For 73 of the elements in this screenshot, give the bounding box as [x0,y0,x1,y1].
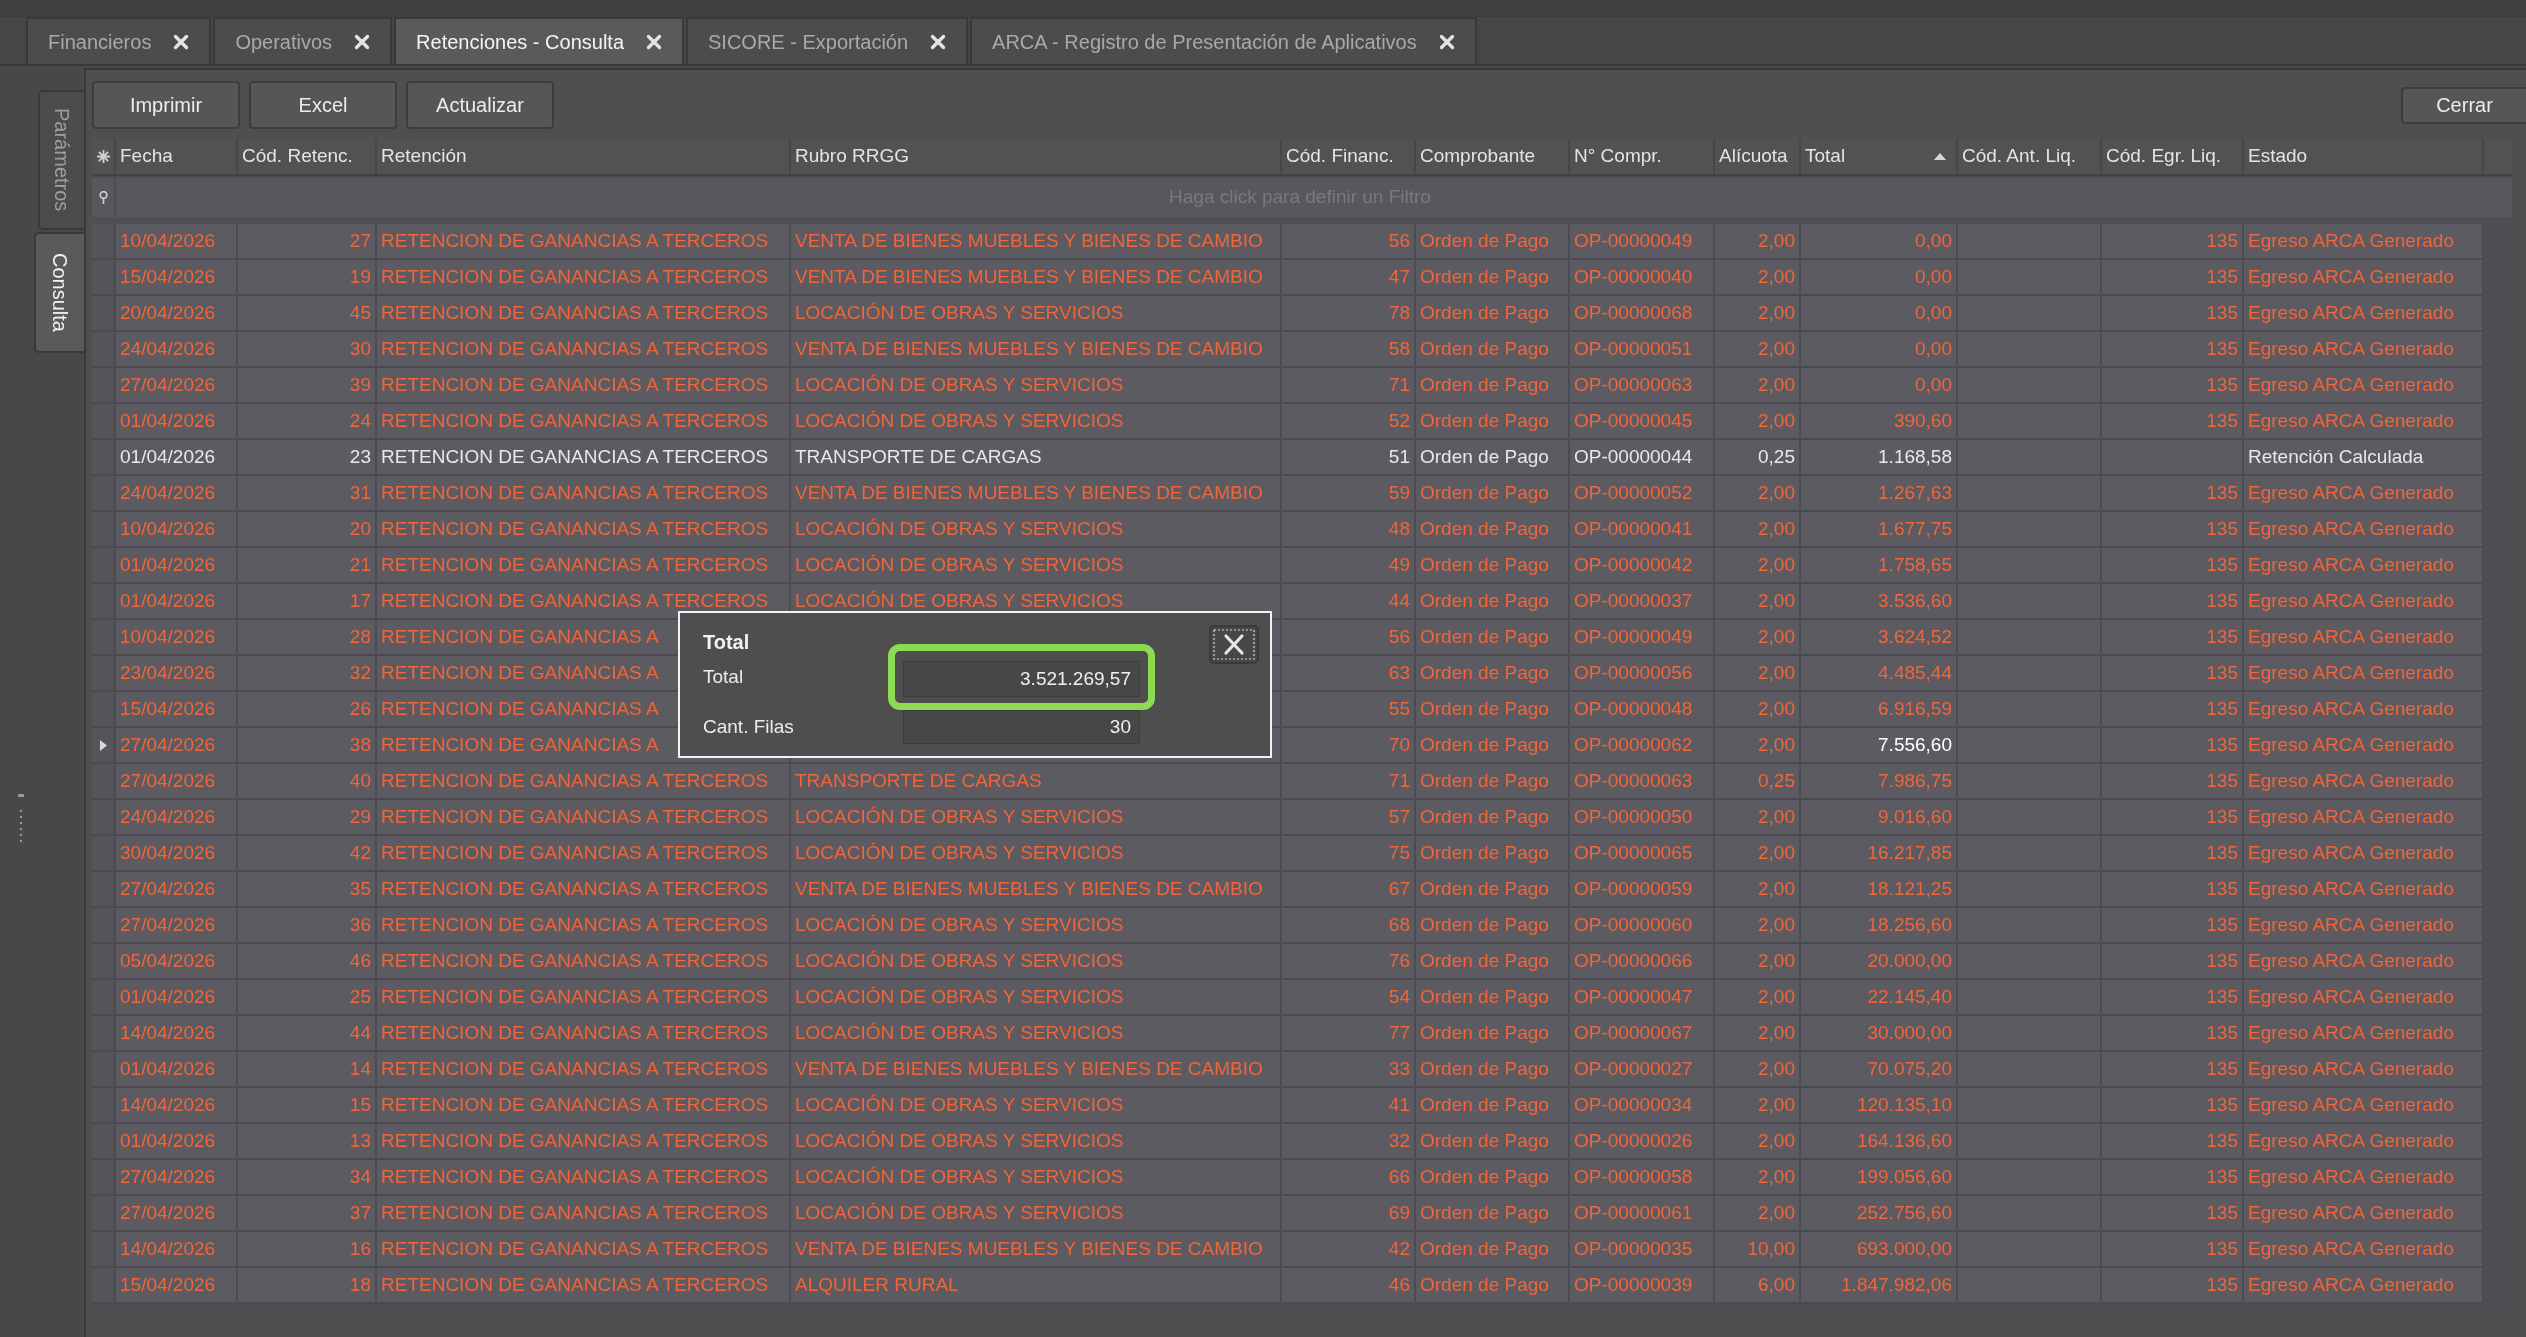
table-cell: 1.847.982,06 [1801,1268,1958,1304]
table-row[interactable]: 05/04/2026 46 RETENCION DE GANANCIAS A TERCEROS LOCACIÓN DE OBRAS Y SERVICIOS 76 Orden de Pago OP-00000066 2,00 20.000,00 135 Egreso ARCA Generado [92,944,2484,980]
table-cell: RETENCION DE GANANCIAS A TERCEROS [377,1268,791,1304]
table-row[interactable]: 30/04/2026 42 RETENCION DE GANANCIAS A TERCEROS LOCACIÓN DE OBRAS Y SERVICIOS 75 Orden de Pago OP-00000065 2,00 16.217,85 135 Egreso ARCA Generado [92,836,2484,872]
column-header[interactable]: Cód. Egr. Liq. [2102,139,2244,174]
table-row[interactable]: 14/04/2026 16 RETENCION DE GANANCIAS A TERCEROS VENTA DE BIENES MUEBLES Y BIENES DE CAMBIO 42 Orden de Pago OP-00000035 10,00 693.000,00 135 Egreso ARCA Generado [92,1232,2484,1268]
column-header[interactable]: Cód. Retenc. [238,139,377,174]
total-field[interactable]: 3.521.269,57 [903,661,1140,697]
table-row[interactable]: 01/04/2026 24 RETENCION DE GANANCIAS A TERCEROS LOCACIÓN DE OBRAS Y SERVICIOS 52 Orden de Pago OP-00000045 2,00 390,60 135 Egreso ARCA Generado [92,404,2484,440]
table-row[interactable]: 10/04/2026 20 RETENCION DE GANANCIAS A TERCEROS LOCACIÓN DE OBRAS Y SERVICIOS 48 Orden de Pago OP-00000041 2,00 1.677,75 135 Egreso ARCA Generado [92,512,2484,548]
column-header[interactable]: Retención [377,139,791,174]
close-icon[interactable] [1438,33,1455,50]
side-tab[interactable]: Parámetros [38,90,84,230]
column-header[interactable]: Rubro RRGG [791,139,1282,174]
table-row[interactable]: 27/04/2026 40 RETENCION DE GANANCIAS A TERCEROS TRANSPORTE DE CARGAS 71 Orden de Pago OP-00000063 0,25 7.986,75 135 Egreso ARCA Generado [92,764,2484,800]
column-header[interactable]: N° Compr. [1570,139,1715,174]
table-row[interactable]: 01/04/2026 23 RETENCION DE GANANCIAS A TERCEROS TRANSPORTE DE CARGAS 51 Orden de Pago OP-00000044 0,25 1.168,58 Retención Calculada [92,440,2484,476]
table-row[interactable]: 15/04/2026 19 RETENCION DE GANANCIAS A TERCEROS VENTA DE BIENES MUEBLES Y BIENES DE CAMBIO 47 Orden de Pago OP-00000040 2,00 0,00 135 Egreso ARCA Generado [92,260,2484,296]
table-cell: Egreso ARCA Generado [2244,1268,2484,1304]
table-row[interactable]: 24/04/2026 30 RETENCION DE GANANCIAS A TERCEROS VENTA DE BIENES MUEBLES Y BIENES DE CAMBIO 58 Orden de Pago OP-00000051 2,00 0,00 135 Egreso ARCA Generado [92,332,2484,368]
close-icon[interactable] [646,33,662,50]
column-header[interactable]: Fecha [116,139,238,174]
close-icon[interactable] [173,33,190,50]
tab[interactable]: SICORE - Exportación [686,17,969,64]
count-field[interactable]: 30 [903,710,1140,744]
sort-ascending-icon [1934,153,1946,160]
side-tab[interactable]: Consulta [34,232,84,353]
toolbar-button[interactable]: Excel [249,81,397,129]
table-cell: Orden de Pago [1416,1268,1570,1304]
table-cell: 46 [1282,1268,1416,1304]
toolbar-button[interactable]: Imprimir [92,81,240,129]
table-row[interactable]: 27/04/2026 37 RETENCION DE GANANCIAS A TERCEROS LOCACIÓN DE OBRAS Y SERVICIOS 69 Orden de Pago OP-00000061 2,00 252.756,60 135 Egreso ARCA Generado [92,1196,2484,1232]
table-row[interactable]: 01/04/2026 13 RETENCION DE GANANCIAS A TERCEROS LOCACIÓN DE OBRAS Y SERVICIOS 32 Orden de Pago OP-00000026 2,00 164.136,60 135 Egreso ARCA Generado [92,1124,2484,1160]
tab[interactable]: Operativos [213,17,393,64]
table-row[interactable]: 15/04/2026 18 RETENCION DE GANANCIAS A TERCEROS ALQUILER RURAL 46 Orden de Pago OP-00000039 6,00 1.847.982,06 135 Egreso ARCA Generado [92,1268,2484,1304]
close-icon[interactable] [930,33,947,50]
table-cell: 6,00 [1715,1268,1801,1304]
column-header[interactable]: Estado [2244,139,2484,174]
table-row[interactable]: 14/04/2026 15 RETENCION DE GANANCIAS A TERCEROS LOCACIÓN DE OBRAS Y SERVICIOS 41 Orden de Pago OP-00000034 2,00 120.135,10 135 Egreso ARCA Generado [92,1088,2484,1124]
column-header[interactable]: Total [1801,139,1958,174]
table-row[interactable]: 10/04/2026 27 RETENCION DE GANANCIAS A TERCEROS VENTA DE BIENES MUEBLES Y BIENES DE CAMBIO 56 Orden de Pago OP-00000049 2,00 0,00 135 Egreso ARCA Generado [92,224,2484,260]
table-row[interactable]: 27/04/2026 39 RETENCION DE GANANCIAS A TERCEROS LOCACIÓN DE OBRAS Y SERVICIOS 71 Orden de Pago OP-00000063 2,00 0,00 135 Egreso ARCA Generado [92,368,2484,404]
table-cell: 15/04/2026 [116,1268,238,1304]
table-cell: ALQUILER RURAL [791,1268,1282,1304]
tab[interactable]: ARCA - Registro de Presentación de Aplicativos [970,17,1477,64]
table-row[interactable]: 01/04/2026 25 RETENCION DE GANANCIAS A TERCEROS LOCACIÓN DE OBRAS Y SERVICIOS 54 Orden de Pago OP-00000047 2,00 22.145,40 135 Egreso ARCA Generado [92,980,2484,1016]
row-indicator-icon [99,739,107,751]
table-row[interactable]: 27/04/2026 35 RETENCION DE GANANCIAS A TERCEROS VENTA DE BIENES MUEBLES Y BIENES DE CAMBIO 67 Orden de Pago OP-00000059 2,00 18.121,25 135 Egreso ARCA Generado [92,872,2484,908]
pin-icon[interactable] [98,191,108,204]
dialog-title: Total [703,631,750,653]
table-row[interactable]: 24/04/2026 29 RETENCION DE GANANCIAS A TERCEROS LOCACIÓN DE OBRAS Y SERVICIOS 57 Orden de Pago OP-00000050 2,00 9.016,60 135 Egreso ARCA Generado [92,800,2484,836]
table-cell: 135 [2102,1268,2244,1304]
field-label: Total [703,664,745,689]
table-row[interactable]: 01/04/2026 14 RETENCION DE GANANCIAS A TERCEROS VENTA DE BIENES MUEBLES Y BIENES DE CAMBIO 33 Orden de Pago OP-00000027 2,00 70.075,20 135 Egreso ARCA Generado [92,1052,2484,1088]
table-row[interactable]: 24/04/2026 31 RETENCION DE GANANCIAS A TERCEROS VENTA DE BIENES MUEBLES Y BIENES DE CAMBIO 59 Orden de Pago OP-00000052 2,00 1.267,63 135 Egreso ARCA Generado [92,476,2484,512]
asterisk-icon[interactable] [96,150,110,163]
table-row[interactable]: 27/04/2026 34 RETENCION DE GANANCIAS A TERCEROS LOCACIÓN DE OBRAS Y SERVICIOS 66 Orden de Pago OP-00000058 2,00 199.056,60 135 Egreso ARCA Generado [92,1160,2484,1196]
close-icon[interactable] [354,33,371,50]
close-button[interactable]: Cerrar [2401,86,2526,124]
table-cell: 18 [238,1268,377,1304]
toolbar-button[interactable]: Actualizar [406,81,554,129]
table-row[interactable]: 01/04/2026 21 RETENCION DE GANANCIAS A TERCEROS LOCACIÓN DE OBRAS Y SERVICIOS 49 Orden de Pago OP-00000042 2,00 1.758,65 135 Egreso ARCA Generado [92,548,2484,584]
table-cell: OP-00000039 [1570,1268,1715,1304]
column-header[interactable]: Cód. Ant. Liq. [1958,139,2102,174]
table-row[interactable]: 14/04/2026 44 RETENCION DE GANANCIAS A TERCEROS LOCACIÓN DE OBRAS Y SERVICIOS 77 Orden de Pago OP-00000067 2,00 30.000,00 135 Egreso ARCA Generado [92,1016,2484,1052]
tab[interactable]: Retenciones - Consulta [394,17,684,64]
table-row[interactable]: 27/04/2026 36 RETENCION DE GANANCIAS A TERCEROS LOCACIÓN DE OBRAS Y SERVICIOS 68 Orden de Pago OP-00000060 2,00 18.256,60 135 Egreso ARCA Generado [92,908,2484,944]
column-header[interactable]: Alícuota [1715,139,1801,174]
table-row[interactable]: 01/04/2026 17 RETENCION DE GANANCIAS A TERCEROS LOCACIÓN DE OBRAS Y SERVICIOS 44 Orden de Pago OP-00000037 2,00 3.536,60 135 Egreso ARCA Generado [92,584,2484,620]
column-header[interactable]: Comprobante [1416,139,1570,174]
column-header[interactable]: Cód. Financ. [1282,139,1416,174]
table-row[interactable]: 20/04/2026 45 RETENCION DE GANANCIAS A TERCEROS LOCACIÓN DE OBRAS Y SERVICIOS 78 Orden de Pago OP-00000068 2,00 0,00 135 Egreso ARCA Generado [92,296,2484,332]
tab[interactable]: Financieros [26,17,212,64]
